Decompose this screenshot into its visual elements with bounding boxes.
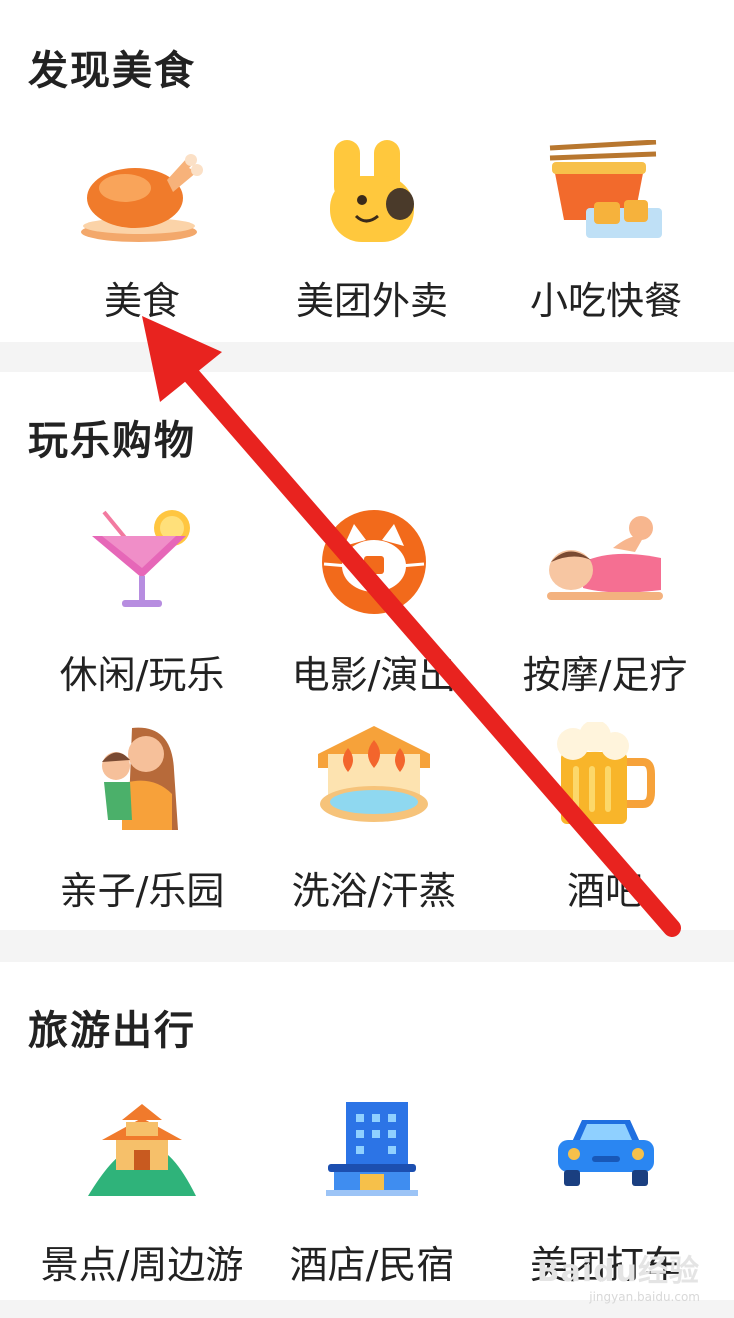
beer-mug-icon (555, 722, 655, 828)
category-label: 洗浴/汗蒸 (291, 869, 457, 913)
category-label: 亲子/乐园 (59, 869, 225, 913)
category-parent-child[interactable]: 亲子/乐园 (27, 718, 257, 918)
section-title-travel: 旅游出行 (28, 1008, 196, 1054)
category-label: 酒吧 (566, 869, 643, 913)
hot-spring-icon (314, 724, 434, 828)
mother-child-icon (92, 724, 192, 834)
watermark-url: jingyan.baidu.com (589, 1290, 700, 1304)
category-label: 休闲/玩乐 (59, 653, 225, 697)
kangaroo-icon (322, 136, 422, 248)
category-massage[interactable]: 按摩/足疗 (490, 502, 720, 702)
category-label: 酒店/民宿 (289, 1243, 455, 1287)
hotel-building-icon (322, 1098, 422, 1202)
section-title-leisure: 玩乐购物 (28, 418, 196, 464)
category-label: 景点/周边游 (40, 1243, 244, 1287)
cat-film-icon (318, 506, 430, 618)
category-food[interactable]: 美食 (27, 130, 257, 330)
category-bath-sauna[interactable]: 洗浴/汗蒸 (259, 718, 489, 918)
category-movie-show[interactable]: 电影/演出 (259, 502, 489, 702)
category-label: 小吃快餐 (529, 279, 682, 323)
category-label: 按摩/足疗 (522, 653, 688, 697)
category-snacks-fastfood[interactable]: 小吃快餐 (491, 130, 721, 330)
watermark: Baidu经验 jingyan.baidu.com (537, 1246, 700, 1304)
cocktail-icon (82, 506, 202, 616)
category-label: 美食 (103, 279, 180, 323)
category-hotel-homestay[interactable]: 酒店/民宿 (257, 1094, 487, 1294)
pagoda-icon (82, 1100, 202, 1200)
category-meituan-waimai[interactable]: 美团外卖 (257, 130, 487, 330)
category-label: 电影/演出 (291, 653, 457, 697)
category-leisure[interactable]: 休闲/玩乐 (27, 502, 257, 702)
watermark-brand: Baidu经验 (536, 1254, 700, 1289)
roast-chicken-icon (77, 140, 207, 250)
massage-icon (543, 512, 667, 612)
taxi-car-icon (554, 1112, 658, 1192)
section-leisure-shopping: 玩乐购物 休闲/玩乐 电影/演出 按摩/足疗 亲子/乐园 洗浴/汗蒸 酒吧 (0, 372, 734, 930)
section-food: 发现美食 美食 美团外卖 小吃快餐 (0, 0, 734, 342)
noodle-bowl-icon (546, 140, 666, 244)
section-title-food: 发现美食 (28, 48, 196, 94)
category-label: 美团外卖 (295, 279, 448, 323)
category-scenic-spots[interactable]: 景点/周边游 (27, 1094, 257, 1294)
category-bar[interactable]: 酒吧 (490, 718, 720, 918)
